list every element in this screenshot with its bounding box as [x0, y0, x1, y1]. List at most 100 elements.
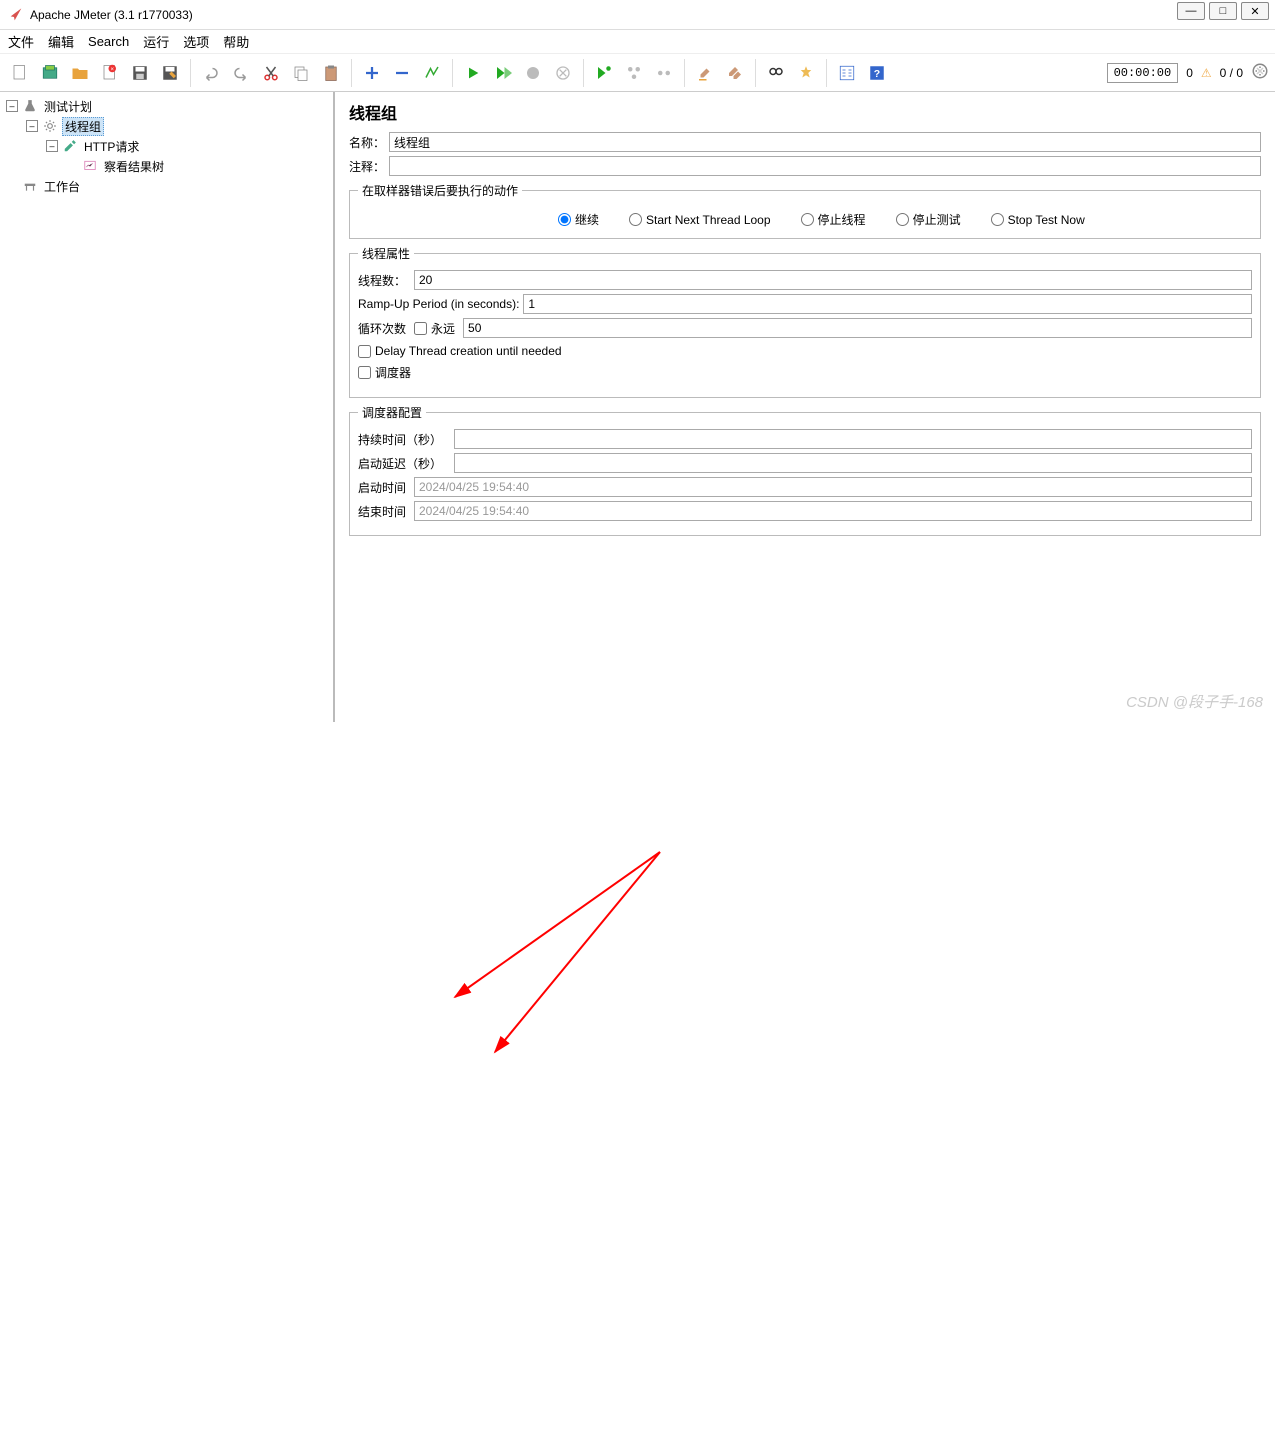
start-button[interactable] [459, 59, 487, 87]
save-button[interactable] [126, 59, 154, 87]
duration-input[interactable] [454, 429, 1252, 449]
radio-stop-test[interactable]: 停止测试 [896, 211, 961, 228]
remote-start-button[interactable] [590, 59, 618, 87]
threads-label: 线程数： [358, 272, 410, 289]
thread-props-fieldset: 线程属性 线程数： Ramp-Up Period (in seconds): 循… [349, 245, 1261, 398]
cut-button[interactable] [257, 59, 285, 87]
loop-input[interactable] [463, 318, 1252, 338]
menu-file[interactable]: 文件 [8, 32, 34, 51]
templates-button[interactable] [36, 59, 64, 87]
on-error-legend: 在取样器错误后要执行的动作 [358, 182, 522, 199]
tree-testplan[interactable]: – 测试计划 [2, 96, 331, 116]
start-time-input [414, 477, 1252, 497]
shutdown-button[interactable] [549, 59, 577, 87]
thread-counter: 0 / 0 [1220, 66, 1243, 80]
comment-label: 注释： [349, 158, 385, 175]
radio-stop-now[interactable]: Stop Test Now [991, 213, 1085, 227]
forever-checkbox-label[interactable]: 永远 [414, 320, 455, 337]
expand-status-icon[interactable] [1251, 62, 1269, 83]
scheduler-checkbox-label[interactable]: 调度器 [358, 364, 1252, 381]
open-button[interactable] [66, 59, 94, 87]
warning-icon: ⚠ [1201, 66, 1212, 80]
tree-toggle-icon[interactable]: – [46, 140, 58, 152]
rampup-input[interactable] [523, 294, 1252, 314]
tree-httprequest[interactable]: – HTTP请求 [2, 136, 331, 156]
start-time-label: 启动时间 [358, 479, 410, 496]
minimize-button[interactable]: — [1177, 2, 1205, 20]
tree-viewresults-label: 察看结果树 [102, 158, 166, 175]
on-error-fieldset: 在取样器错误后要执行的动作 继续 Start Next Thread Loop … [349, 182, 1261, 239]
stop-button[interactable] [519, 59, 547, 87]
flask-icon [22, 98, 38, 114]
svg-text:?: ? [874, 67, 880, 79]
save-as-button[interactable] [156, 59, 184, 87]
tree-testplan-label: 测试计划 [42, 98, 94, 115]
menu-run[interactable]: 运行 [143, 32, 169, 51]
menu-edit[interactable]: 编辑 [48, 32, 74, 51]
close-button[interactable]: ✕ [1241, 2, 1269, 20]
tree-workbench-label: 工作台 [42, 178, 82, 195]
menubar: 文件 编辑 Search 运行 选项 帮助 [0, 30, 1275, 54]
tree-workbench[interactable]: 工作台 [2, 176, 331, 196]
end-time-input [414, 501, 1252, 521]
name-input[interactable] [389, 132, 1261, 152]
panel-title: 线程组 [349, 100, 1261, 124]
delay-creation-checkbox[interactable] [358, 345, 371, 358]
close-file-button[interactable]: × [96, 59, 124, 87]
help-button[interactable]: ? [863, 59, 891, 87]
startup-delay-label: 启动延迟（秒） [358, 455, 450, 472]
tree-threadgroup[interactable]: – 线程组 [2, 116, 331, 136]
undo-button[interactable] [197, 59, 225, 87]
collapse-button[interactable] [388, 59, 416, 87]
maximize-button[interactable]: □ [1209, 2, 1237, 20]
clear-all-button[interactable] [721, 59, 749, 87]
scheduler-config-fieldset: 调度器配置 持续时间（秒） 启动延迟（秒） 启动时间 结束时间 [349, 404, 1261, 536]
workbench-icon [22, 178, 38, 194]
elapsed-time: 00:00:00 [1107, 63, 1179, 83]
tree-viewresults[interactable]: 察看结果树 [2, 156, 331, 176]
error-count: 0 [1186, 66, 1193, 80]
toggle-button[interactable] [418, 59, 446, 87]
menu-help[interactable]: 帮助 [223, 32, 249, 51]
expand-button[interactable] [358, 59, 386, 87]
tree-panel: – 测试计划 – 线程组 – HTTP请求 察看结果树 工作台 [0, 92, 335, 722]
loop-label: 循环次数 [358, 320, 410, 337]
end-time-label: 结束时间 [358, 503, 410, 520]
toolbar: × ? 00:00:00 0 ⚠ 0 / 0 [0, 54, 1275, 92]
radio-start-next[interactable]: Start Next Thread Loop [629, 213, 771, 227]
remote-stop-button[interactable] [650, 59, 678, 87]
delay-creation-checkbox-label[interactable]: Delay Thread creation until needed [358, 344, 1252, 358]
function-helper-button[interactable] [833, 59, 861, 87]
scheduler-checkbox[interactable] [358, 366, 371, 379]
editor-panel: 线程组 名称： 注释： 在取样器错误后要执行的动作 继续 Start Next … [335, 92, 1275, 722]
startup-delay-input[interactable] [454, 453, 1252, 473]
search-icon-button[interactable] [762, 59, 790, 87]
redo-button[interactable] [227, 59, 255, 87]
paste-button[interactable] [317, 59, 345, 87]
tree-toggle-icon[interactable]: – [6, 100, 18, 112]
name-label: 名称： [349, 134, 385, 151]
menu-search[interactable]: Search [88, 34, 129, 49]
results-icon [82, 158, 98, 174]
tree-toggle-icon[interactable]: – [26, 120, 38, 132]
clear-button[interactable] [691, 59, 719, 87]
app-icon [8, 7, 24, 23]
rampup-label: Ramp-Up Period (in seconds): [358, 297, 519, 311]
svg-text:×: × [110, 66, 114, 72]
copy-button[interactable] [287, 59, 315, 87]
pipette-icon [62, 138, 78, 154]
threads-input[interactable] [414, 270, 1252, 290]
tree-threadgroup-label: 线程组 [62, 117, 104, 136]
reset-search-button[interactable] [792, 59, 820, 87]
comment-input[interactable] [389, 156, 1261, 176]
tree-httprequest-label: HTTP请求 [82, 138, 141, 155]
thread-props-legend: 线程属性 [358, 245, 414, 262]
menu-options[interactable]: 选项 [183, 32, 209, 51]
window-title: Apache JMeter (3.1 r1770033) [30, 8, 1267, 22]
forever-checkbox[interactable] [414, 322, 427, 335]
remote-start-all-button[interactable] [620, 59, 648, 87]
new-button[interactable] [6, 59, 34, 87]
start-no-pause-button[interactable] [489, 59, 517, 87]
radio-stop-thread[interactable]: 停止线程 [801, 211, 866, 228]
radio-continue[interactable]: 继续 [558, 211, 599, 228]
